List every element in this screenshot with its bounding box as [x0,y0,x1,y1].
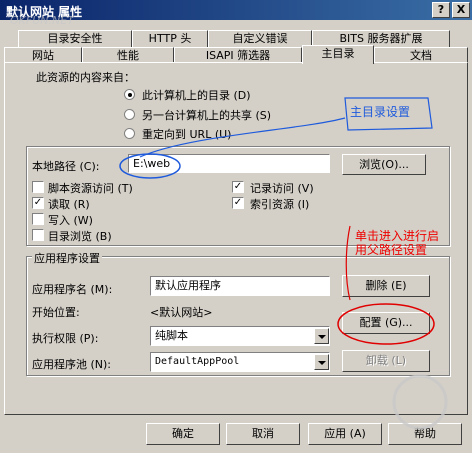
configure-button[interactable]: 配置 (G)... [342,312,430,334]
tab-http-headers[interactable]: HTTP 头 [132,30,208,47]
start-point-label: 开始位置: [32,306,80,319]
tab-isapi-filters[interactable]: ISAPI 筛选器 [174,47,302,63]
chevron-down-icon[interactable] [314,354,329,370]
app-name-label: 应用程序名 (M): [32,283,113,296]
ok-button[interactable]: 确定 [146,423,220,445]
checkbox-index-resource[interactable]: ✓ [232,197,244,209]
app-pool-select[interactable]: DefaultAppPool [150,352,330,372]
label-write: 写入 (W) [48,214,93,227]
tab-home-directory[interactable]: 主目录 [302,45,374,64]
help-button[interactable]: ? [432,2,450,18]
watermark: OKFUN.NET [10,14,74,27]
radio-redirect-url-label: 重定向到 URL (U) [142,128,232,141]
app-settings-label: 应用程序设置 [32,250,102,266]
label-index-resource: 索引资源 (I) [250,198,310,211]
start-point-value: <默认网站> [150,306,213,319]
checkbox-read[interactable]: ✓ [32,197,44,209]
tab-website[interactable]: 网站 [4,47,82,63]
label-read: 读取 (R) [48,198,90,211]
exec-permissions-label: 执行权限 (P): [32,332,99,345]
help-footer-button[interactable]: 帮助 [388,423,462,445]
app-pool-label: 应用程序池 (N): [32,358,112,371]
local-path-label: 本地路径 (C): [32,160,100,173]
checkbox-script-source-access[interactable] [32,181,44,193]
tab-custom-errors[interactable]: 自定义错误 [208,30,312,47]
app-name-input[interactable]: 默认应用程序 [150,276,330,296]
annotation-parent-path-line2: 用父路径设置 [355,243,428,257]
annotation-home-dir-text: 主目录设置 [350,105,411,119]
label-log-visits: 记录访问 (V) [250,182,314,195]
checkbox-log-visits[interactable]: ✓ [232,181,244,193]
tab-directory-security[interactable]: 目录安全性 [18,30,132,47]
radio-network-share[interactable] [124,109,135,120]
remove-button[interactable]: 删除 (E) [342,275,430,297]
local-path-input[interactable]: E:\web [128,154,330,173]
radio-redirect-url[interactable] [124,128,135,139]
label-directory-browsing: 目录浏览 (B) [48,230,112,243]
apply-button[interactable]: 应用 (A) [308,423,382,445]
cancel-button[interactable]: 取消 [226,423,300,445]
checkbox-directory-browsing[interactable] [32,229,44,241]
radio-network-share-label: 另一台计算机上的共享 (S) [142,109,272,122]
close-button[interactable]: X [452,2,470,18]
radio-local-directory[interactable] [124,89,135,100]
app-pool-value: DefaultAppPool [155,356,240,367]
exec-permissions-select[interactable]: 纯脚本 [150,326,330,346]
browse-button[interactable]: 浏览(O)... [342,154,426,175]
tab-documents[interactable]: 文档 [374,47,468,63]
tab-performance[interactable]: 性能 [82,47,174,63]
unload-button[interactable]: 卸载 (L) [342,350,430,372]
label-script-source-access: 脚本资源访问 (T) [48,182,133,195]
checkbox-write[interactable] [32,213,44,225]
chevron-down-icon[interactable] [314,328,329,344]
exec-permissions-value: 纯脚本 [155,329,188,342]
content-source-label: 此资源的内容来自： [36,71,135,84]
radio-local-directory-label: 此计算机上的目录 (D) [142,89,251,102]
